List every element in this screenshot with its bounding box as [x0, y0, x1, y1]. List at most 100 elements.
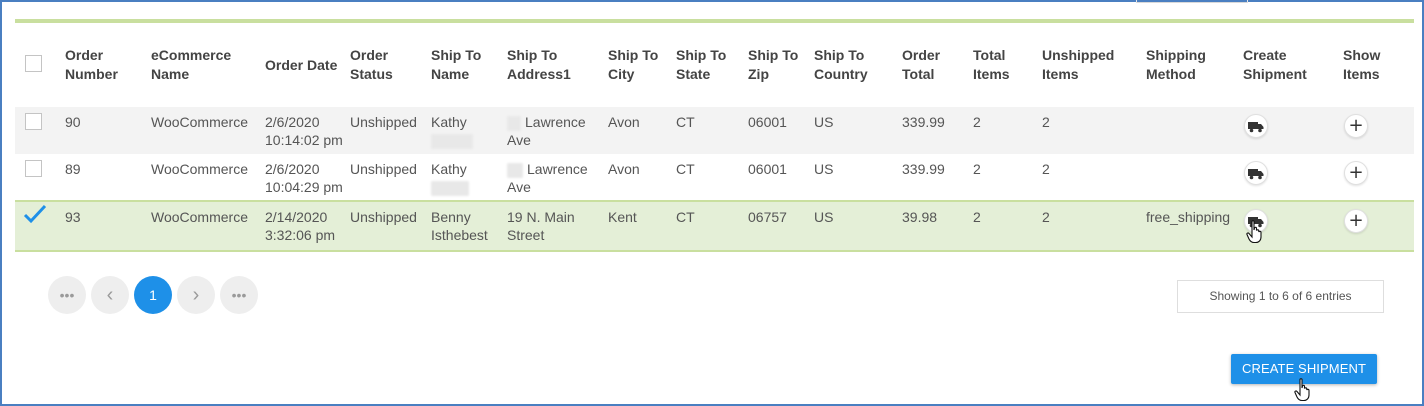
last-page-button[interactable]: •••: [220, 276, 258, 314]
order-status-cell: Unshipped: [350, 154, 431, 201]
header-total-items[interactable]: Total Items: [973, 23, 1042, 107]
header-unshipped-items[interactable]: Unshipped Items: [1042, 23, 1146, 107]
order-total-cell: 39.98: [902, 200, 973, 252]
order-number-cell: 93: [65, 200, 151, 252]
show-items-cell: +: [1343, 107, 1414, 154]
ship-to-zip-cell: 06001: [748, 107, 814, 154]
address-line2: Street: [507, 227, 545, 243]
ship-to-state-cell: CT: [676, 154, 748, 201]
ship-to-zip-cell: 06001: [748, 154, 814, 201]
select-all-checkbox[interactable]: [25, 55, 42, 72]
header-ship-to-state[interactable]: Ship To State: [676, 23, 748, 107]
truck-icon: [1248, 169, 1264, 180]
prev-page-button[interactable]: ‹: [91, 276, 129, 314]
ship-to-name-cell: Kathy: [431, 154, 507, 201]
row-select-cell[interactable]: [15, 200, 65, 252]
redacted-street-number: [507, 162, 523, 178]
order-time: 10:14:02 pm: [265, 132, 343, 148]
create-shipment-cell: [1243, 154, 1343, 201]
order-date: 2/14/2020: [265, 209, 328, 225]
ship-to-city-cell: Avon: [608, 107, 676, 154]
address-line2: Ave: [507, 179, 531, 195]
unshipped-items-cell: 2: [1042, 154, 1146, 201]
ship-to-state-cell: CT: [676, 107, 748, 154]
hand-cursor-icon: [1246, 220, 1262, 244]
ship-to-state-cell: CT: [676, 200, 748, 252]
shipping-method-cell: [1146, 107, 1243, 154]
order-total-cell: 339.99: [902, 107, 973, 154]
header-ship-to-address1[interactable]: Ship To Address1: [507, 23, 608, 107]
table-row[interactable]: 90 WooCommerce 2/6/2020 10:14:02 pm Unshi…: [15, 107, 1414, 154]
ship-to-address-cell: Lawrence Ave: [507, 107, 608, 154]
header-ship-to-country[interactable]: Ship To Country: [814, 23, 902, 107]
ecommerce-name-cell: WooCommerce: [151, 200, 265, 252]
order-date-cell: 2/14/2020 3:32:06 pm: [265, 200, 350, 252]
first-page-button[interactable]: •••: [48, 276, 86, 314]
truck-icon: [1248, 122, 1264, 133]
show-items-row-button[interactable]: +: [1344, 209, 1368, 233]
order-status-cell: Unshipped: [350, 200, 431, 252]
header-order-total[interactable]: Order Total: [902, 23, 973, 107]
order-time: 10:04:29 pm: [265, 179, 343, 195]
ship-to-country-cell: US: [814, 200, 902, 252]
row-select-cell[interactable]: [15, 154, 65, 201]
show-items-row-button[interactable]: +: [1344, 114, 1368, 138]
shipping-method-cell: [1146, 154, 1243, 201]
address-line1: Lawrence: [527, 161, 588, 177]
ship-to-first-name: Kathy: [431, 161, 467, 177]
show-items-row-button[interactable]: +: [1344, 161, 1368, 185]
row-checkbox[interactable]: [25, 113, 42, 130]
header-shipping-method[interactable]: Shipping Method: [1146, 23, 1243, 107]
order-status-cell: Unshipped: [350, 107, 431, 154]
create-shipment-row-button[interactable]: [1244, 161, 1268, 185]
ship-to-country-cell: US: [814, 154, 902, 201]
order-total-cell: 339.99: [902, 154, 973, 201]
header-ship-to-city[interactable]: Ship To City: [608, 23, 676, 107]
ecommerce-name-cell: WooCommerce: [151, 154, 265, 201]
orders-table: Order Number eCommerce Name Order Date O…: [15, 23, 1414, 252]
unshipped-items-cell: 2: [1042, 200, 1146, 252]
table-header-row: Order Number eCommerce Name Order Date O…: [15, 23, 1414, 107]
plus-icon: +: [1348, 162, 1364, 183]
hand-cursor-icon: [1294, 378, 1310, 402]
total-items-cell: 2: [973, 107, 1042, 154]
redacted-last-name: [431, 180, 469, 196]
header-order-number[interactable]: Order Number: [65, 23, 151, 107]
header-ship-to-name[interactable]: Ship To Name: [431, 23, 507, 107]
order-number-cell: 89: [65, 154, 151, 201]
ship-to-address-cell: Lawrence Ave: [507, 154, 608, 201]
ship-to-name-cell: Benny Isthebest: [431, 200, 507, 252]
ship-to-city-cell: Avon: [608, 154, 676, 201]
entries-info: Showing 1 to 6 of 6 entries: [1177, 280, 1384, 313]
address-line1: Lawrence: [525, 114, 586, 130]
order-date: 2/6/2020: [265, 114, 320, 130]
ship-to-first-name: Benny: [431, 209, 471, 225]
address-line1: 19 N. Main: [507, 209, 575, 225]
redacted-street-number: [507, 115, 521, 131]
create-shipment-cell: [1243, 107, 1343, 154]
row-checkbox[interactable]: [25, 160, 42, 177]
next-page-button[interactable]: ›: [177, 276, 215, 314]
ship-to-city-cell: Kent: [608, 200, 676, 252]
header-ecommerce-name[interactable]: eCommerce Name: [151, 23, 265, 107]
ship-to-zip-cell: 06757: [748, 200, 814, 252]
total-items-cell: 2: [973, 200, 1042, 252]
header-select-all[interactable]: [15, 23, 65, 107]
header-ship-to-zip[interactable]: Ship To Zip: [748, 23, 814, 107]
address-line2: Ave: [507, 132, 531, 148]
redacted-last-name: [431, 133, 473, 149]
row-select-cell[interactable]: [15, 107, 65, 154]
create-shipment-row-button[interactable]: [1244, 114, 1268, 138]
table-row[interactable]: 89 WooCommerce 2/6/2020 10:04:29 pm Unshi…: [15, 154, 1414, 201]
table-row-selected[interactable]: 93 WooCommerce 2/14/2020 3:32:06 pm Unshi…: [15, 200, 1414, 252]
page-1-button[interactable]: 1: [134, 276, 172, 314]
shipping-method-cell: free_shipping: [1146, 200, 1243, 252]
checkmark-icon[interactable]: [23, 204, 47, 224]
header-order-status[interactable]: Order Status: [350, 23, 431, 107]
plus-icon: +: [1348, 210, 1364, 231]
header-order-date[interactable]: Order Date: [265, 23, 350, 107]
order-date-cell: 2/6/2020 10:14:02 pm: [265, 107, 350, 154]
ship-to-address-cell: 19 N. Main Street: [507, 200, 608, 252]
header-show-items: Show Items: [1343, 47, 1381, 82]
unshipped-items-cell: 2: [1042, 107, 1146, 154]
